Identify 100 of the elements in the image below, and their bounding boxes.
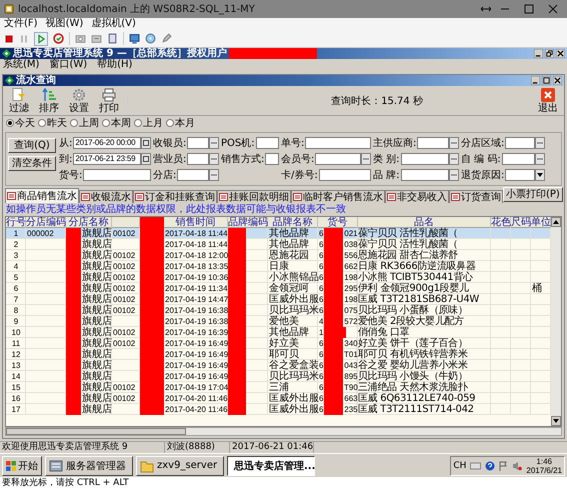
taskbar-button[interactable]: 思迅专卖店管理... [227, 456, 315, 476]
radio-button[interactable] [166, 119, 174, 127]
input-field[interactable] [417, 137, 449, 149]
calendar-button[interactable] [141, 153, 151, 165]
lookup-button[interactable] [209, 137, 219, 149]
table-row[interactable]: 10 旗舰店00102 2017-04-19 16:39 其他品牌 1 俏俏兔 口罩 [6, 327, 551, 338]
resize-icon[interactable] [481, 6, 491, 12]
lookup-button[interactable] [449, 137, 459, 149]
lookup-button[interactable] [209, 153, 219, 165]
tab[interactable]: 订货查询 [449, 190, 503, 203]
table-row[interactable]: 8 旗舰店00102 2017-04-19 16:38 贝比玛玛米6 075贝比玛玛 小蛋酥（原味） [6, 305, 551, 316]
pencil-icon[interactable] [161, 33, 172, 44]
input-field[interactable] [305, 137, 371, 149]
flag-icon[interactable] [499, 460, 508, 470]
minimize-icon[interactable] [534, 49, 543, 58]
camera-icon[interactable] [75, 33, 86, 44]
radio-button[interactable] [6, 119, 14, 127]
table-row[interactable]: 12 旗舰店 2017-04-19 16:49 耶可贝 6 T01耶可贝 有机钙铁锌营养米 [6, 349, 551, 360]
table-row[interactable]: 9 旗舰店 2017-04-19 16:38 爱他美 4 572爱他美 2段较大婴儿配方 [6, 316, 551, 327]
menu-item[interactable]: 窗口(W) [49, 59, 88, 71]
table-row[interactable]: 15 旗舰店00102 2017-04-19 17:04 三浦 6 T90三浦绝品 天然木浆洗脸扑 [6, 382, 551, 393]
radio-option[interactable]: 上周 [70, 116, 99, 130]
maximize-icon[interactable] [542, 76, 551, 85]
input-field[interactable] [318, 169, 371, 181]
lookup-button[interactable] [361, 153, 371, 165]
table-row[interactable]: 2 旗舰店 2017-04-18 11:44 其他品牌 6 038葆宁贝贝 活性乳酸菌（ [6, 239, 551, 250]
toolbar-button[interactable]: 设置 [67, 88, 91, 114]
minimize-icon[interactable] [531, 76, 540, 85]
query-button[interactable]: 查询(Q) [8, 138, 56, 153]
menu-item[interactable]: 虚拟机(V) [91, 18, 136, 30]
input-field[interactable] [256, 137, 279, 149]
table-row[interactable]: 14 旗舰店 2017-04-19 16:49 贝比玛玛米6 895贝比玛玛 小馒头（牛奶） [6, 371, 551, 382]
menu-item[interactable]: 系统(M) [3, 59, 40, 71]
radio-button[interactable] [70, 119, 78, 127]
calendar-button[interactable] [141, 137, 151, 149]
tab[interactable]: 挂账回款明细 [217, 190, 291, 203]
tab[interactable]: 商品销售流水 [5, 188, 79, 203]
close-icon[interactable] [553, 76, 562, 85]
help-icon[interactable] [485, 460, 496, 470]
table-row[interactable]: 3 旗舰店00102 2017-04-18 12:00 恩施花园 6 556恩施花园 甜杏仁滋养舒 [6, 250, 551, 261]
clear-button[interactable]: 清空条件 [8, 156, 56, 171]
input-field[interactable] [315, 153, 361, 165]
table-row[interactable]: 5 旗舰店00102 2017-04-19 10:36 小冰熊锦品6 198小冰熊 TCIBT530441背心 [6, 272, 551, 283]
radio-option[interactable]: 昨天 [38, 116, 67, 130]
table-row[interactable]: 11 旗舰店00102 2017-04-19 16:49 好立美 6 340好立美 饼干（莲子百合） [6, 338, 551, 349]
lookup-button[interactable] [449, 153, 459, 165]
disc-icon[interactable] [145, 33, 156, 44]
stop-icon[interactable] [4, 34, 14, 44]
input-field[interactable] [505, 169, 535, 181]
lookup-button[interactable] [209, 169, 219, 181]
menu-item[interactable]: 文件(F) [4, 18, 38, 30]
print-button[interactable]: 小票打印(P) [503, 187, 563, 202]
input-field[interactable] [187, 137, 209, 149]
input-field[interactable] [502, 153, 535, 165]
toolbar-button[interactable]: 打印 [97, 88, 121, 114]
radio-button[interactable] [102, 119, 110, 127]
table-row[interactable]: 16 旗舰店00102 2017-04-20 11:46 匡威外出服6 663匡威 6Q63112LE740-059 [6, 393, 551, 404]
tab[interactable]: 临时客户销售流水 [291, 190, 385, 203]
dropdown-button[interactable] [535, 169, 545, 181]
input-field[interactable]: 2017-06-21 23:59 [73, 153, 141, 165]
table-row[interactable]: 13 旗舰店 2017-04-19 16:49 谷之爱盒装6 043谷之爱 婴幼儿营养小米米 [6, 360, 551, 371]
scrollbar-thumb[interactable] [6, 428, 186, 435]
keyboard-icon[interactable] [470, 461, 482, 470]
document-icon[interactable] [107, 33, 118, 44]
exit-button[interactable]: 退出 [536, 88, 560, 114]
table-row[interactable]: 7 旗舰店00102 2017-04-19 14:47 匡威外出服6 198匡威 T3T2181SB687-U4W [6, 294, 551, 305]
scroll-up-button[interactable] [551, 217, 561, 227]
tab[interactable]: 收银流水 [79, 190, 133, 203]
radio-button[interactable] [38, 119, 46, 127]
close-icon[interactable] [556, 49, 565, 58]
input-field[interactable] [505, 137, 535, 149]
camera-icon[interactable] [91, 33, 102, 44]
reset-icon[interactable] [53, 33, 64, 44]
table-row[interactable]: 1 000002 旗舰店00102 2017-04-18 11:44 其他品牌 6 021葆宁贝贝 活性乳酸菌（ [6, 228, 551, 239]
input-field[interactable] [400, 153, 449, 165]
input-field[interactable] [177, 169, 209, 181]
input-field[interactable] [83, 169, 151, 181]
radio-option[interactable]: 本月 [166, 116, 195, 130]
start-button[interactable]: 开始 [2, 456, 42, 476]
lookup-button[interactable] [449, 169, 459, 181]
lookup-button[interactable] [535, 153, 545, 165]
play-icon[interactable] [34, 32, 48, 46]
lookup-button[interactable] [535, 137, 545, 149]
input-field[interactable] [265, 153, 279, 165]
table-row[interactable]: 17 旗舰店 2017-04-20 11:46 匡威外出服6 235匡威 T3T2111ST714-042 [6, 404, 551, 415]
tab[interactable]: 订金和挂账查询 [133, 190, 217, 203]
scroll-down-button[interactable] [551, 416, 561, 426]
menu-item[interactable]: 视图(W) [46, 18, 84, 30]
taskbar-button[interactable]: 服务器管理器 [45, 456, 133, 476]
input-field[interactable]: 2017-06-20 00:00 [73, 137, 141, 149]
monitor-icon[interactable] [129, 33, 140, 44]
restore-icon[interactable] [545, 49, 554, 58]
radio-option[interactable]: 今天 [6, 116, 35, 130]
tab[interactable]: 非交易收入 [385, 190, 449, 203]
radio-option[interactable]: 上月 [134, 116, 163, 130]
toolbar-button[interactable]: 排序 [37, 88, 61, 114]
toolbar-button[interactable]: 过滤 [7, 88, 31, 114]
taskbar-button[interactable]: zxv9_server [136, 456, 224, 476]
radio-option[interactable]: 本周 [102, 116, 131, 130]
input-field[interactable] [187, 153, 209, 165]
